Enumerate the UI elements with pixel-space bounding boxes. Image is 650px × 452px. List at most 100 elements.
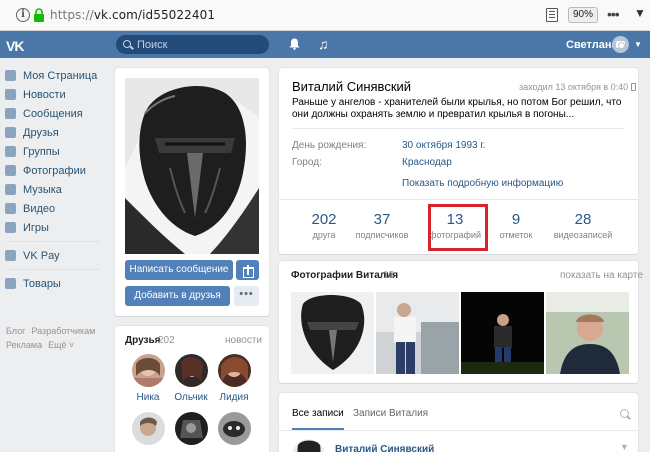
vkpay-icon [5, 250, 16, 261]
chevron-down-icon[interactable]: ▼ [634, 40, 642, 49]
divider [279, 199, 638, 200]
vk-logo[interactable]: VK [6, 38, 24, 54]
site-header: VK Поиск ♫ Светлана ▼ [0, 31, 650, 58]
sidebar-item-label: Моя Страница [23, 70, 98, 82]
friend-avatar[interactable] [217, 354, 251, 387]
add-friend-button[interactable]: Добавить в друзья [125, 286, 230, 306]
reader-view-icon[interactable] [546, 8, 558, 22]
footer-link-developers[interactable]: Разработчикам [31, 326, 95, 336]
sidebar-footer: Блог Разработчикам Реклама Ещё ˅ [6, 324, 110, 352]
bell-icon[interactable] [289, 38, 300, 50]
profile-photo[interactable] [125, 78, 259, 254]
sidebar-item[interactable]: Друзья [0, 123, 110, 142]
friend-avatar[interactable] [217, 412, 251, 445]
counter-value: 202 [311, 211, 337, 228]
counter-label: видеозаписей [553, 230, 613, 240]
photo-thumbnail[interactable] [291, 292, 374, 374]
footer-link-ads[interactable]: Реклама [6, 340, 42, 350]
sidebar-item-label: Сообщения [23, 108, 83, 120]
sidebar-item-label: Товары [23, 278, 61, 290]
friend-item[interactable]: Ника [128, 354, 168, 403]
tab-own-posts[interactable]: Записи Виталия [353, 408, 428, 419]
sidebar-item[interactable]: Фотографии [0, 161, 110, 180]
sidebar-item[interactable]: Товары [0, 274, 110, 293]
friend-item[interactable]: Ольчик [171, 354, 211, 403]
games-icon [5, 222, 16, 233]
sidebar-item[interactable]: Новости [0, 85, 110, 104]
address-bar[interactable]: https://vk.com/id55022401 [50, 8, 215, 22]
counter-value: 28 [574, 211, 592, 228]
photos-count: 13 [383, 270, 395, 281]
wall-card: Все записи Записи Виталия Виталий Синявс… [279, 393, 638, 452]
photo-thumbnail[interactable] [376, 292, 459, 374]
tab-all-posts[interactable]: Все записи [292, 408, 344, 430]
camera-icon[interactable] [612, 36, 629, 53]
counter-friends[interactable]: 202 друга [309, 211, 339, 241]
messages-icon [5, 108, 16, 119]
goods-icon [5, 278, 16, 289]
footer-link-more[interactable]: Ещё ˅ [48, 340, 74, 350]
counter-tags[interactable]: 9 отметок [497, 211, 535, 241]
friend-name[interactable]: Лидия [214, 392, 254, 403]
friend-avatar[interactable] [131, 412, 165, 445]
counter-followers[interactable]: 37 подписчиков [354, 212, 410, 241]
show-on-map-link[interactable]: показать на карте [560, 270, 643, 281]
friend-item[interactable] [214, 412, 254, 450]
friends-title[interactable]: Друзья [125, 335, 160, 346]
current-user-name[interactable]: Светлана [566, 39, 618, 51]
counter-label: подписчиков [355, 230, 409, 240]
sidebar-item[interactable]: Группы [0, 142, 110, 161]
news-icon [5, 89, 16, 100]
download-icon[interactable]: ▼ [634, 6, 646, 20]
sidebar-item[interactable]: Моя Страница [0, 66, 110, 85]
photo-thumbnail[interactable] [461, 292, 544, 374]
friends-card: Друзья 202 новости Ника Ольчик Лидия [115, 326, 269, 452]
profile-photo-image [125, 78, 259, 254]
friends-news-link[interactable]: новости [225, 335, 262, 346]
page-actions-icon[interactable]: ••• [607, 6, 620, 22]
post-author-avatar[interactable] [292, 439, 325, 452]
search-input[interactable]: Поиск [116, 35, 269, 54]
counter-label: друга [312, 230, 336, 240]
friend-item[interactable]: Лидия [214, 354, 254, 403]
birthday-value[interactable]: 30 октября 1993 г. [402, 140, 486, 151]
friend-item[interactable] [128, 412, 168, 450]
sidebar-item[interactable]: Сообщения [0, 104, 110, 123]
music-icon[interactable]: ♫ [318, 37, 329, 51]
city-value[interactable]: Краснодар [402, 157, 452, 168]
sidebar-item[interactable]: Музыка [0, 180, 110, 199]
sidebar-item-label: Музыка [23, 184, 62, 196]
sidebar-item[interactable]: Видео [0, 199, 110, 218]
friend-avatar[interactable] [174, 354, 208, 387]
sidebar-item[interactable]: VK Pay [0, 246, 110, 265]
home-icon [5, 70, 16, 81]
groups-icon [5, 146, 16, 157]
profile-info-card: Виталий Синявский заходил 13 октября в 0… [279, 68, 638, 254]
friend-item[interactable] [171, 412, 211, 450]
counter-videos[interactable]: 28 видеозаписей [552, 211, 614, 241]
chevron-down-icon[interactable]: ▼ [620, 442, 629, 452]
photos-card: Фотографии Виталия 13 показать на карте [279, 261, 643, 383]
more-actions-button[interactable]: ••• [234, 286, 259, 306]
sidebar-item[interactable]: Игры [0, 218, 110, 237]
send-message-button[interactable]: Написать сообщение [125, 260, 233, 280]
search-icon[interactable] [620, 409, 629, 418]
zoom-level[interactable]: 90% [568, 7, 598, 23]
friends-count: 202 [158, 335, 175, 346]
music-icon [5, 184, 16, 195]
site-info-icon[interactable]: i [16, 8, 30, 22]
show-more-info-link[interactable]: Показать подробную информацию [402, 178, 563, 189]
photo-thumbnail[interactable] [546, 292, 629, 374]
counter-value: 9 [511, 211, 521, 228]
friend-name[interactable]: Ника [128, 392, 168, 403]
gift-icon[interactable] [236, 260, 259, 280]
friend-avatar[interactable] [174, 412, 208, 445]
footer-link-blog[interactable]: Блог [6, 326, 25, 336]
sidebar-item-label: Игры [23, 222, 49, 234]
friend-name[interactable]: Ольчик [171, 392, 211, 403]
sidebar-item-label: VK Pay [23, 250, 60, 262]
mobile-icon [631, 83, 637, 91]
profile-name: Виталий Синявский [292, 79, 412, 94]
friend-avatar[interactable] [131, 354, 165, 387]
post-author-name[interactable]: Виталий Синявский [335, 444, 434, 452]
